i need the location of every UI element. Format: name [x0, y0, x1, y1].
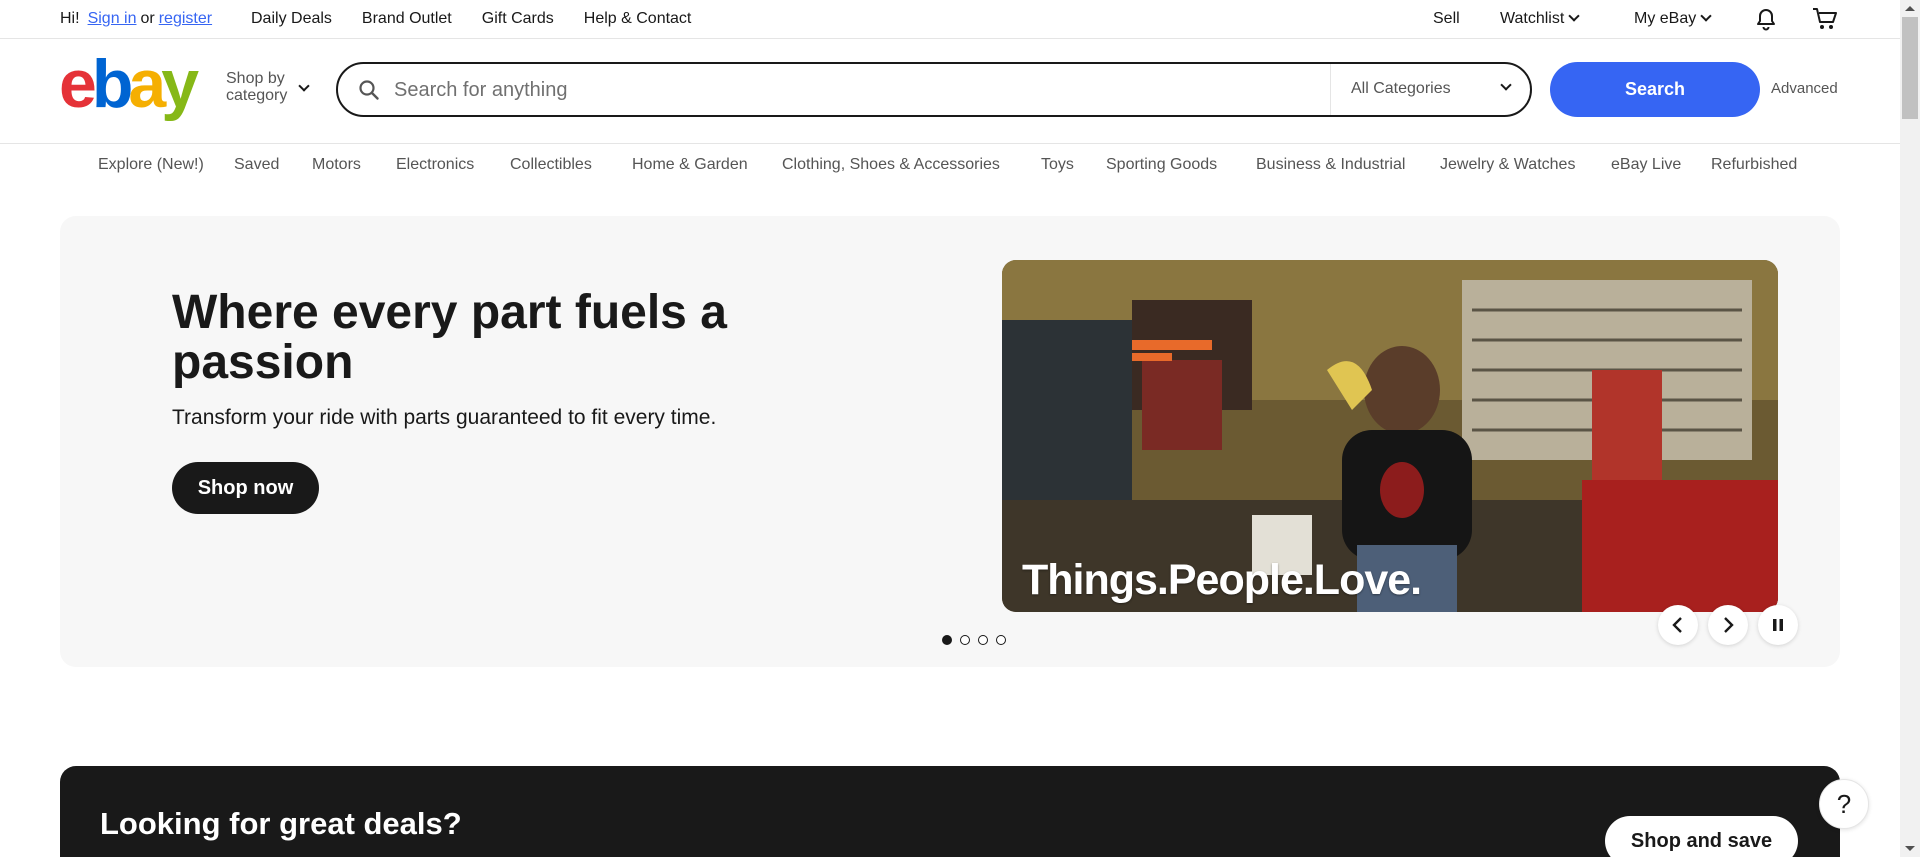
- scroll-up-arrow-icon[interactable]: [1905, 6, 1915, 11]
- shop-by-label: Shop by: [226, 70, 285, 87]
- pause-icon: [1773, 619, 1783, 631]
- carousel-pause-button[interactable]: [1758, 605, 1798, 645]
- logo-letter-e: e: [59, 46, 97, 122]
- nav-divider: [0, 143, 1900, 144]
- deals-title: Looking for great deals?: [100, 806, 462, 841]
- logo-letter-a: a: [128, 46, 166, 122]
- nav-item-saved[interactable]: Saved: [234, 156, 279, 174]
- carousel-dot-1[interactable]: [942, 635, 952, 645]
- nav-item-ebay-live[interactable]: eBay Live: [1611, 156, 1681, 174]
- nav-item-explore[interactable]: Explore (New!): [98, 156, 204, 174]
- watchlist-label: Watchlist: [1500, 10, 1565, 27]
- deals-banner: Looking for great deals? Shop and save: [60, 766, 1840, 857]
- help-contact-link[interactable]: Help & Contact: [584, 10, 692, 28]
- nav-item-electronics[interactable]: Electronics: [396, 156, 474, 174]
- gift-cards-link[interactable]: Gift Cards: [482, 10, 554, 28]
- carousel-dot-4[interactable]: [996, 635, 1006, 645]
- brand-outlet-link[interactable]: Brand Outlet: [362, 10, 452, 28]
- shop-now-button[interactable]: Shop now: [172, 462, 319, 514]
- ebay-logo[interactable]: ebay: [59, 50, 199, 118]
- top-bar: Hi! Sign in or register Daily Deals Bran…: [0, 0, 1900, 39]
- register-link[interactable]: register: [159, 10, 212, 28]
- shop-and-save-button[interactable]: Shop and save: [1605, 816, 1798, 857]
- search-icon: [359, 80, 379, 100]
- carousel-next-button[interactable]: [1708, 605, 1748, 645]
- carousel-dot-2[interactable]: [960, 635, 970, 645]
- scrollbar-thumb[interactable]: [1902, 17, 1918, 119]
- shop-by-category-button[interactable]: Shop by category: [226, 70, 287, 104]
- chevron-down-icon: [1700, 10, 1712, 22]
- category-select[interactable]: All Categories: [1330, 64, 1530, 115]
- top-links: Daily Deals Brand Outlet Gift Cards Help…: [251, 10, 691, 28]
- nav-item-jewelry-watches[interactable]: Jewelry & Watches: [1440, 156, 1575, 174]
- category-label: category: [226, 87, 288, 104]
- nav-item-business-industrial[interactable]: Business & Industrial: [1256, 156, 1405, 174]
- chevron-down-icon: [1500, 79, 1512, 91]
- search-input[interactable]: [394, 74, 1294, 106]
- logo-letter-y: y: [161, 46, 199, 122]
- nav-item-motors[interactable]: Motors: [312, 156, 361, 174]
- scroll-down-arrow-icon[interactable]: [1905, 846, 1915, 851]
- or-text: or: [140, 10, 155, 27]
- nav-item-refurbished[interactable]: Refurbished: [1711, 156, 1797, 174]
- nav-item-sporting-goods[interactable]: Sporting Goods: [1106, 156, 1217, 174]
- help-button[interactable]: ?: [1819, 779, 1869, 829]
- hero-carousel: Where every part fuels a passion Transfo…: [60, 216, 1840, 667]
- scrollbar[interactable]: [1900, 0, 1920, 857]
- logo-letter-b: b: [91, 46, 133, 122]
- advanced-search-link[interactable]: Advanced: [1771, 80, 1838, 97]
- hero-image[interactable]: Things.People.Love.: [1002, 260, 1778, 612]
- chevron-left-icon: [1672, 617, 1682, 633]
- category-select-value: All Categories: [1351, 80, 1451, 97]
- carousel-pagination: [942, 635, 1006, 645]
- daily-deals-link[interactable]: Daily Deals: [251, 10, 332, 28]
- nav-item-collectibles[interactable]: Collectibles: [510, 156, 592, 174]
- sell-link[interactable]: Sell: [1433, 10, 1460, 28]
- watchlist-dropdown[interactable]: Watchlist: [1500, 10, 1580, 28]
- my-ebay-label: My eBay: [1634, 10, 1697, 27]
- hero-subtitle: Transform your ride with parts guarantee…: [172, 406, 717, 429]
- search-bar: All Categories: [336, 62, 1532, 117]
- bell-icon[interactable]: [1754, 7, 1778, 31]
- nav-item-clothing[interactable]: Clothing, Shoes & Accessories: [782, 156, 1000, 174]
- greeting: Hi! Sign in or register: [60, 10, 212, 28]
- chevron-down-icon: [298, 80, 310, 92]
- hero-title: Where every part fuels a passion: [172, 286, 727, 389]
- chevron-right-icon: [1724, 617, 1734, 633]
- chevron-down-icon: [1568, 10, 1580, 22]
- search-button[interactable]: Search: [1550, 62, 1760, 117]
- cart-icon[interactable]: [1812, 7, 1838, 31]
- my-ebay-dropdown[interactable]: My eBay: [1634, 10, 1712, 28]
- hero-image-tagline: Things.People.Love.: [1022, 556, 1422, 604]
- nav-item-home-garden[interactable]: Home & Garden: [632, 156, 748, 174]
- greeting-text: Hi!: [60, 10, 80, 27]
- nav-item-toys[interactable]: Toys: [1041, 156, 1074, 174]
- carousel-previous-button[interactable]: [1658, 605, 1698, 645]
- sell-label: Sell: [1433, 10, 1460, 27]
- sign-in-link[interactable]: Sign in: [88, 10, 137, 28]
- carousel-dot-3[interactable]: [978, 635, 988, 645]
